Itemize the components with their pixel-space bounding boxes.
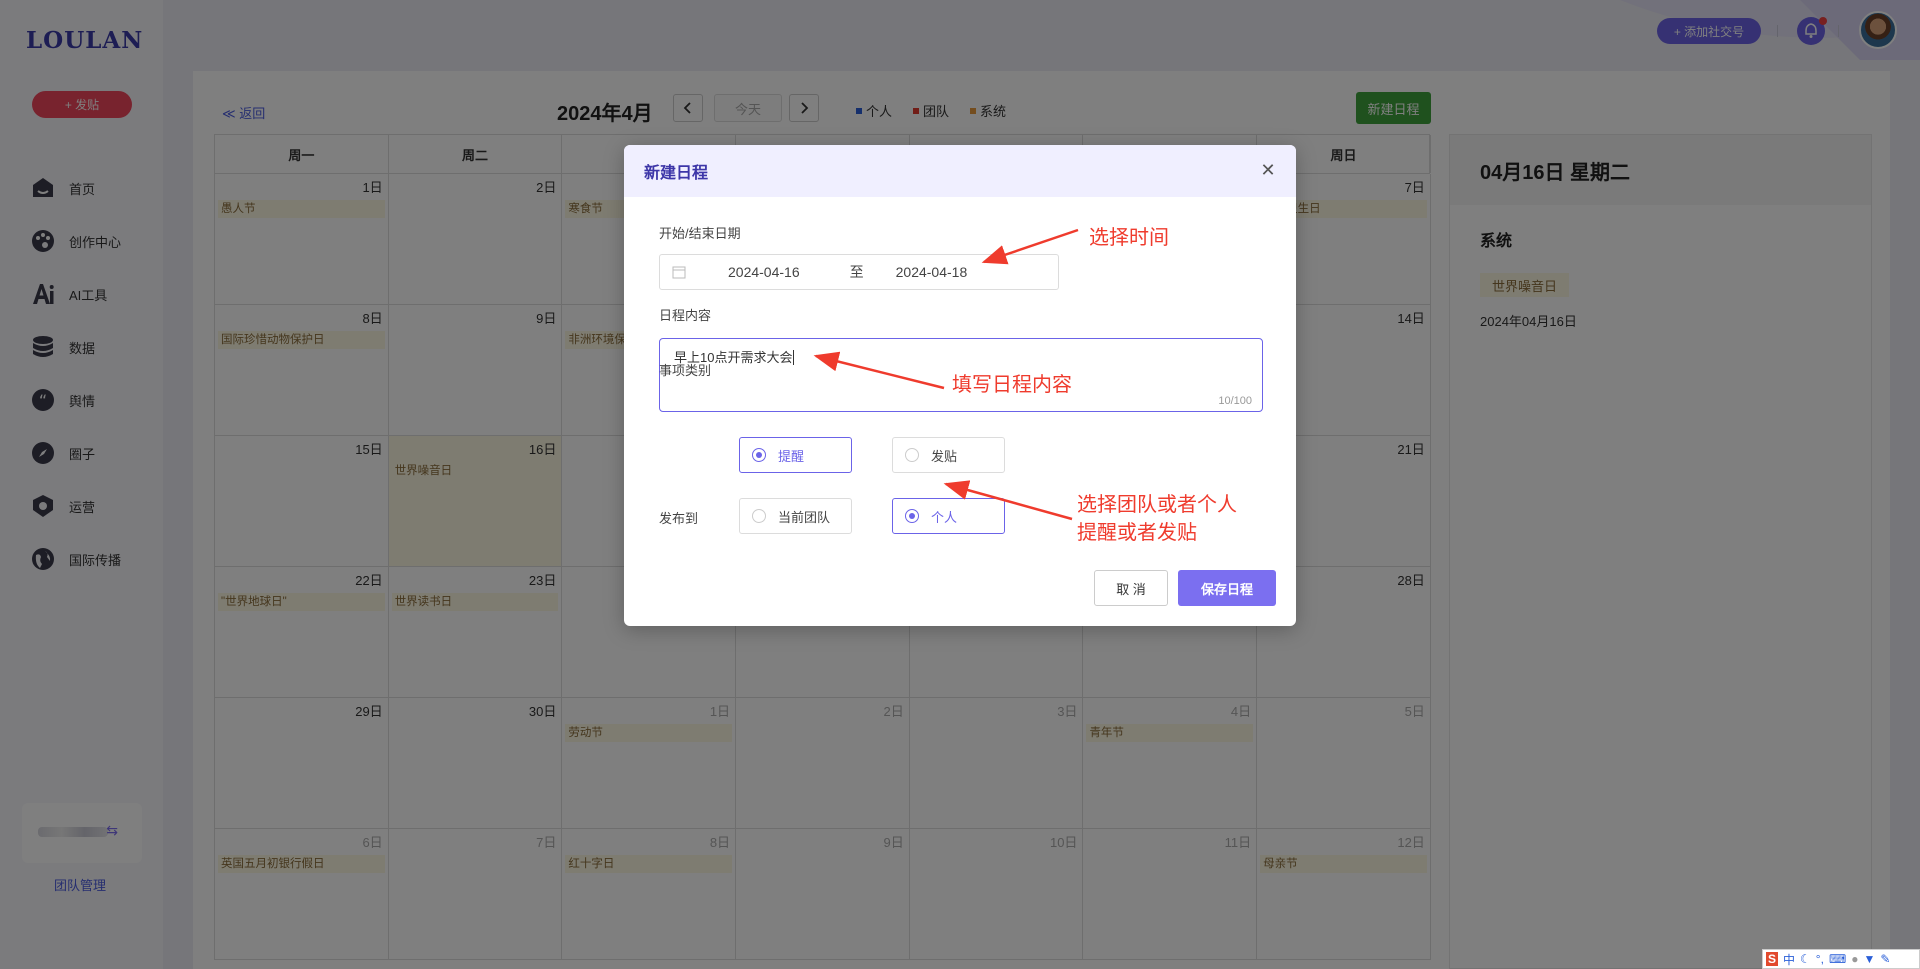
annotation-choose-team: 选择团队或者个人: [1077, 494, 1237, 516]
radio-label: 提醒: [778, 448, 805, 464]
dialog-header: 新建日程 ✕: [624, 145, 1296, 197]
date-separator: 至: [849, 264, 864, 280]
radio-checked-icon: [905, 509, 919, 523]
end-date[interactable]: 2024-04-18: [896, 264, 968, 280]
radio-label: 个人: [931, 509, 958, 525]
type-label: 事项类别: [659, 363, 712, 378]
skin-icon[interactable]: ▼: [1864, 952, 1876, 966]
radio-unchecked-icon: [752, 509, 766, 523]
radio-checked-icon: [752, 448, 766, 462]
close-icon[interactable]: ✕: [1258, 160, 1278, 180]
cancel-button[interactable]: 取 消: [1094, 570, 1168, 606]
publish-option-team[interactable]: 当前团队: [739, 498, 852, 534]
content-label: 日程内容: [659, 308, 712, 323]
ime-mode[interactable]: 中: [1783, 951, 1795, 968]
settings-icon[interactable]: ✎: [1880, 952, 1890, 966]
char-count: 10/100: [1218, 395, 1252, 407]
user-icon[interactable]: ●: [1851, 952, 1858, 966]
publish-option-personal[interactable]: 个人: [892, 498, 1005, 534]
annotation-fill-content: 填写日程内容: [952, 374, 1072, 396]
save-event-button[interactable]: 保存日程: [1178, 570, 1276, 606]
radio-unchecked-icon: [905, 448, 919, 462]
sogou-icon: S: [1766, 952, 1779, 966]
annotation-choose-time: 选择时间: [1089, 227, 1169, 249]
date-range-label: 开始/结束日期: [659, 226, 741, 241]
publish-label: 发布到: [659, 511, 699, 526]
radio-label: 发贴: [931, 448, 958, 464]
type-option-post[interactable]: 发贴: [892, 437, 1005, 473]
type-option-reminder[interactable]: 提醒: [739, 437, 852, 473]
punctuation-icon[interactable]: °,: [1816, 952, 1824, 966]
dialog-title: 新建日程: [644, 165, 709, 182]
ime-toolbar[interactable]: S 中 ☾ °, ⌨ ● ▼ ✎: [1762, 949, 1920, 969]
start-date[interactable]: 2024-04-16: [728, 264, 800, 280]
date-range-picker[interactable]: 2024-04-16 至 2024-04-18: [659, 254, 1059, 290]
keyboard-icon[interactable]: ⌨: [1829, 952, 1846, 966]
annotation-reminder-or-post: 提醒或者发贴: [1077, 522, 1197, 544]
calendar-icon: [672, 266, 686, 279]
text-caret: ​: [793, 350, 795, 365]
moon-icon[interactable]: ☾: [1800, 952, 1811, 966]
radio-label: 当前团队: [778, 509, 831, 525]
